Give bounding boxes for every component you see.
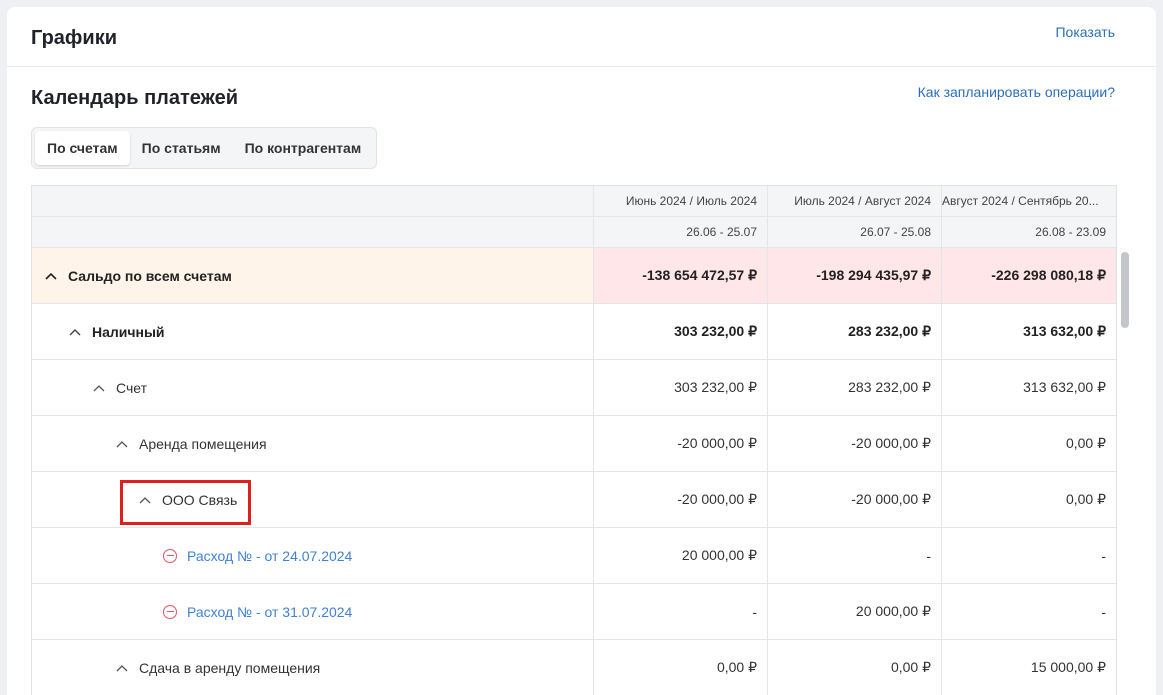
header-empty-cell <box>32 217 594 247</box>
grouping-tabs: По счетам По статьям По контрагентам <box>31 127 378 169</box>
column-period-header: Июль 2024 / Август 2024 <box>768 186 942 216</box>
table-row-operation: Расход № - от 24.07.2024 20 000,00 ₽ - - <box>32 528 1116 584</box>
row-label[interactable]: Аренда помещения <box>115 436 267 452</box>
value-cell: -226 298 080,18 ₽ <box>942 248 1116 303</box>
row-label-cell: Счет <box>32 360 594 415</box>
chevron-up-icon[interactable] <box>68 325 82 339</box>
chevron-up-icon[interactable] <box>44 269 58 283</box>
column-period-header: Август 2024 / Сентябрь 20... <box>942 186 1116 216</box>
row-label-cell: Сальдо по всем счетам <box>32 248 594 303</box>
value-cell: - <box>1101 603 1106 620</box>
table-row-cash: Наличный 303 232,00 ₽ 283 232,00 ₽ 313 6… <box>32 304 1116 360</box>
operation-link[interactable]: Расход № - от 24.07.2024 <box>163 548 352 564</box>
chevron-up-icon[interactable] <box>115 437 129 451</box>
plan-operations-help-link[interactable]: Как запланировать операции? <box>918 84 1115 100</box>
payment-calendar: Календарь платежей Как запланировать опе… <box>7 67 1156 695</box>
value-cell: -198 294 435,97 ₽ <box>768 248 942 303</box>
value-cell: 20 000,00 ₽ <box>594 528 768 583</box>
header-ranges-row: 26.06 - 25.07 26.07 - 25.08 26.08 - 23.0… <box>32 217 1116 248</box>
row-label-cell: Наличный <box>32 304 594 359</box>
operation-link-text[interactable]: Расход № - от 31.07.2024 <box>187 604 352 620</box>
value-cell: 0,00 ₽ <box>594 640 768 695</box>
table-row-account: Счет 303 232,00 ₽ 283 232,00 ₽ 313 632,0… <box>32 360 1116 416</box>
charts-section: Графики Показать <box>7 7 1156 67</box>
value-cell: 283 232,00 ₽ <box>768 304 942 359</box>
value-cell: 0,00 ₽ <box>1065 491 1106 507</box>
tab-by-items[interactable]: По статьям <box>130 131 233 165</box>
row-label[interactable]: Сальдо по всем счетам <box>44 268 232 284</box>
value-cell: 0,00 ₽ <box>768 640 942 695</box>
row-label-cell: ООО Связь <box>32 472 594 527</box>
operation-link-text[interactable]: Расход № - от 24.07.2024 <box>187 548 352 564</box>
row-label[interactable]: Счет <box>92 380 147 396</box>
value-cell: - <box>1101 547 1106 564</box>
value-cell: 313 632,00 ₽ <box>1023 323 1106 339</box>
column-range-header: 26.06 - 25.07 <box>594 217 768 247</box>
value-cell: -20 000,00 ₽ <box>594 416 768 471</box>
minus-circle-icon <box>163 604 177 619</box>
value-cell: -20 000,00 ₽ <box>768 472 942 527</box>
row-label[interactable]: Наличный <box>68 324 165 340</box>
table-row-rent: Аренда помещения -20 000,00 ₽ -20 000,00… <box>32 416 1116 472</box>
header-empty-cell <box>32 186 594 216</box>
value-cell: 283 232,00 ₽ <box>768 360 942 415</box>
tab-by-counterparties[interactable]: По контрагентам <box>233 131 374 165</box>
row-label-text: Наличный <box>92 323 165 340</box>
column-range-header: 26.07 - 25.08 <box>768 217 942 247</box>
row-label[interactable]: Сдача в аренду помещения <box>115 660 320 676</box>
column-range-header: 26.08 - 23.09 <box>1035 225 1106 239</box>
row-label-cell: Расход № - от 24.07.2024 <box>32 528 594 583</box>
row-label-cell: Сдача в аренду помещения <box>32 640 594 695</box>
calendar-table: Июнь 2024 / Июль 2024 Июль 2024 / Август… <box>31 185 1117 695</box>
row-label-cell: Аренда помещения <box>32 416 594 471</box>
operation-link[interactable]: Расход № - от 31.07.2024 <box>163 604 352 620</box>
table-row-operation: Расход № - от 31.07.2024 - 20 000,00 ₽ - <box>32 584 1116 640</box>
calendar-title: Календарь платежей <box>31 87 239 109</box>
vertical-scrollbar[interactable] <box>1121 252 1129 328</box>
value-cell: 20 000,00 ₽ <box>768 584 942 639</box>
value-cell: 15 000,00 ₽ <box>1030 659 1106 675</box>
value-cell: 303 232,00 ₽ <box>594 304 768 359</box>
value-cell: 303 232,00 ₽ <box>594 360 768 415</box>
column-period-header: Июнь 2024 / Июль 2024 <box>594 186 768 216</box>
show-charts-link[interactable]: Показать <box>1055 24 1115 40</box>
value-cell: - <box>594 584 768 639</box>
value-cell: -20 000,00 ₽ <box>768 416 942 471</box>
row-label-text: Аренда помещения <box>139 435 267 452</box>
column-period-header-text: Август 2024 / Сентябрь 20... <box>942 194 1099 208</box>
value-cell: 313 632,00 ₽ <box>1023 379 1106 395</box>
table-row-rent-out: Сдача в аренду помещения 0,00 ₽ 0,00 ₽ 1… <box>32 640 1116 695</box>
value-cell: 0,00 ₽ <box>1065 435 1106 451</box>
table-row-saldo: Сальдо по всем счетам -138 654 472,57 ₽ … <box>32 248 1116 304</box>
highlight-box <box>120 480 251 525</box>
row-label-text: Сальдо по всем счетам <box>68 267 232 284</box>
row-label-text: Сдача в аренду помещения <box>139 659 321 676</box>
minus-circle-icon <box>163 548 177 563</box>
chevron-up-icon[interactable] <box>115 661 129 675</box>
value-cell: - <box>768 528 942 583</box>
tab-by-accounts[interactable]: По счетам <box>35 131 130 165</box>
value-cell: -20 000,00 ₽ <box>594 472 768 527</box>
chevron-up-icon[interactable] <box>92 381 106 395</box>
header-periods-row: Июнь 2024 / Июль 2024 Июль 2024 / Август… <box>32 186 1116 217</box>
charts-title: Графики <box>31 27 118 49</box>
row-label-text: Счет <box>116 379 147 396</box>
row-label-cell: Расход № - от 31.07.2024 <box>32 584 594 639</box>
value-cell: -138 654 472,57 ₽ <box>594 248 768 303</box>
